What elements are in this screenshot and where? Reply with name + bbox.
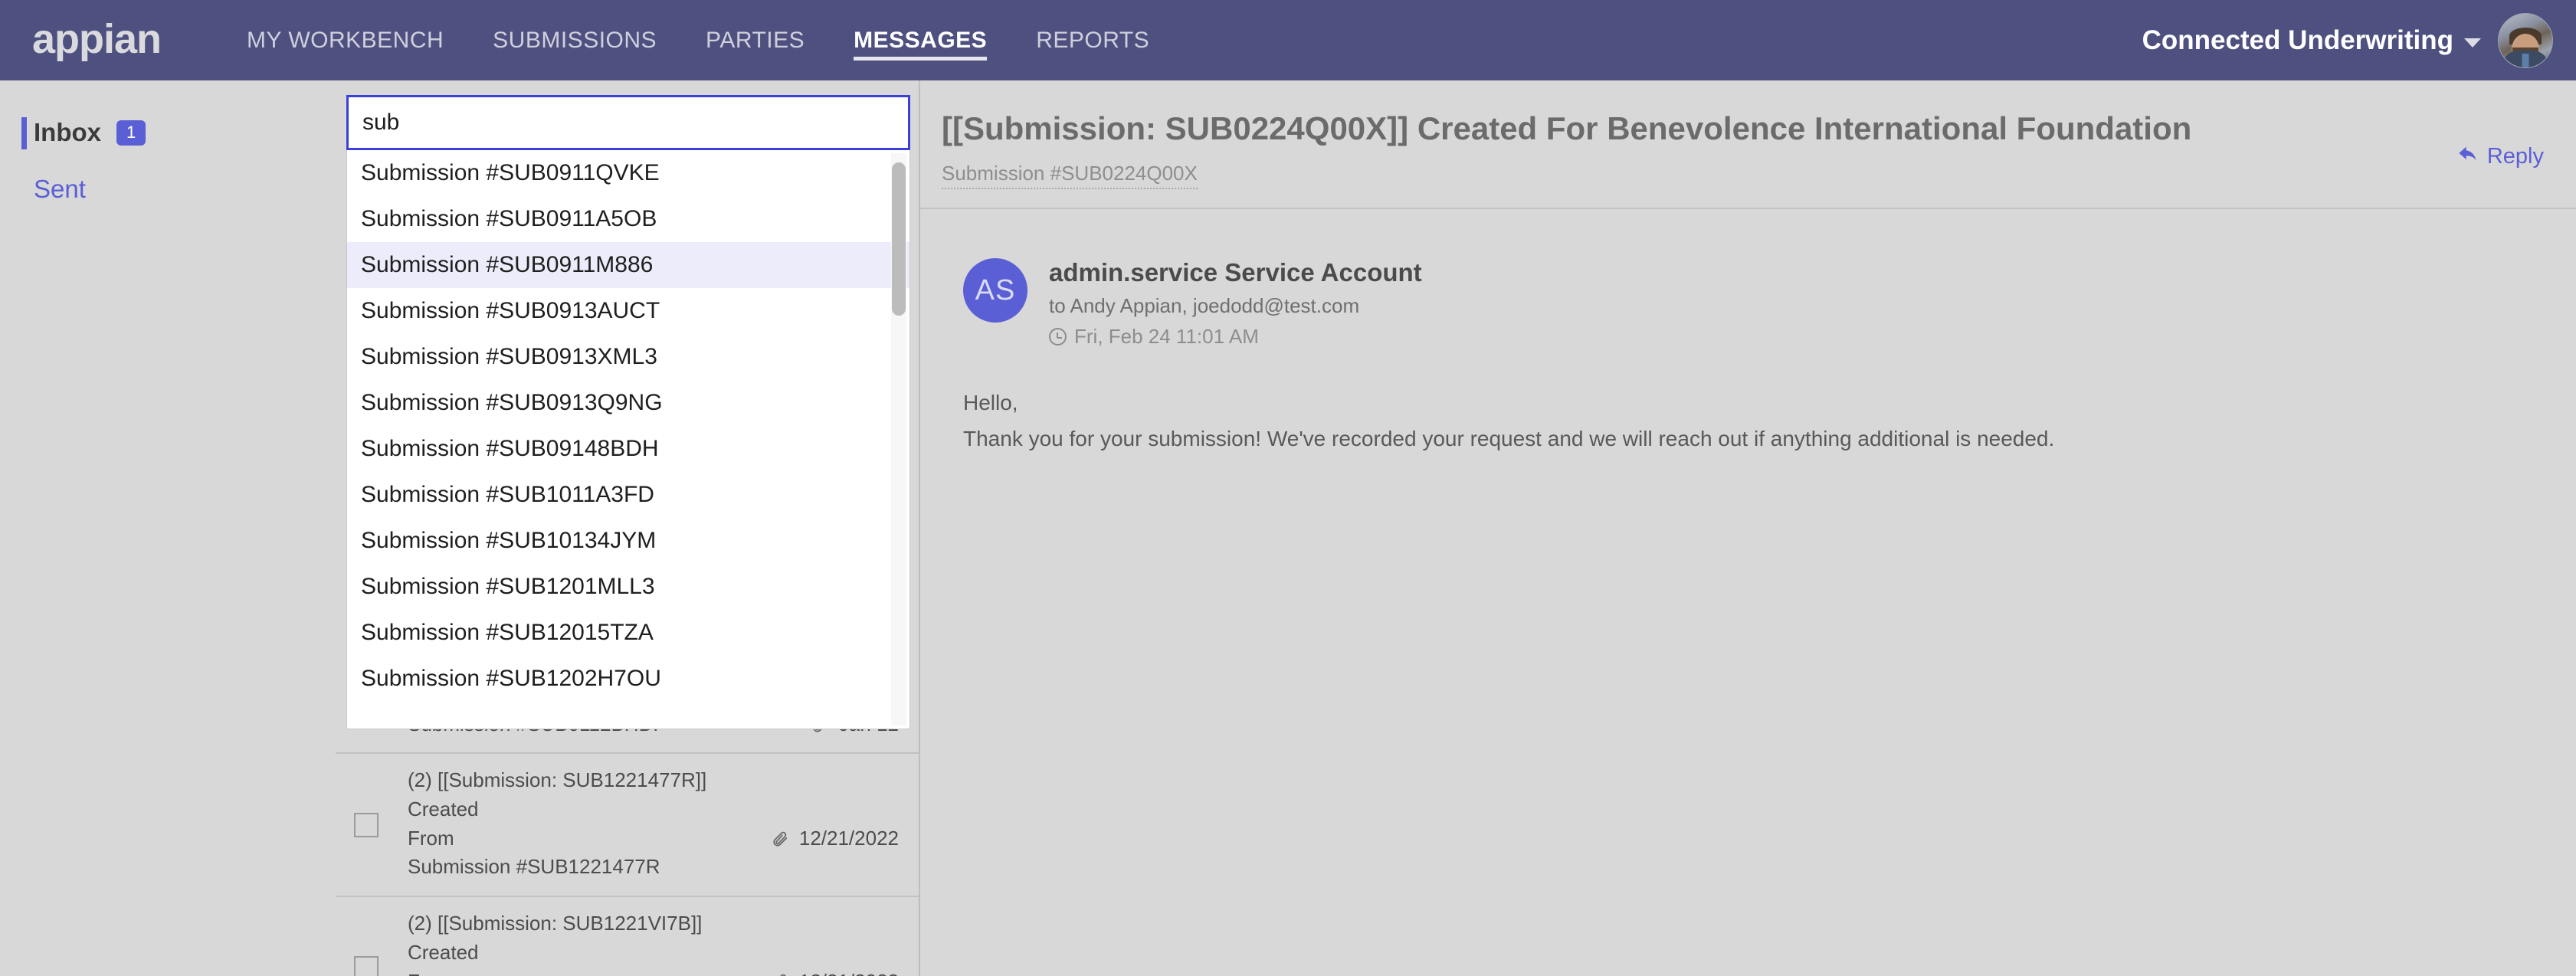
app-root: appian MY WORKBENCH SUBMISSIONS PARTIES … — [0, 0, 2576, 976]
nav-item-submissions[interactable]: SUBMISSIONS — [468, 0, 681, 80]
folder-sidebar: Inbox 1 Sent — [0, 80, 336, 976]
body-line-1: Hello, — [963, 391, 1018, 415]
chevron-down-icon — [2464, 38, 2481, 47]
avatar: AS — [963, 258, 1027, 323]
list-item[interactable]: Submission #SUB1011A3FD — [347, 472, 909, 518]
list-item[interactable]: Submission #SUB0911M886 — [347, 242, 909, 288]
list-item[interactable]: Submission #SUB1202H7OU — [347, 656, 909, 702]
list-item[interactable]: Submission #SUB0913XML3 — [347, 334, 909, 380]
reply-button-label: Reply — [2486, 143, 2544, 169]
list-item[interactable]: Submission #SUB10134JYM — [347, 518, 909, 564]
list-item[interactable]: Submission #SUB0911QVKE — [347, 150, 909, 196]
submission-link[interactable]: Submission #SUB0224Q00X — [942, 162, 1198, 190]
message-meta: 12/21/2022 — [772, 968, 899, 976]
search-suggestions-dropdown[interactable]: Submission #SUB0911QVKE Submission #SUB0… — [346, 150, 910, 729]
message-search-container: Submission #SUB0911QVKE Submission #SUB0… — [346, 95, 910, 729]
sidebar-item-sent[interactable]: Sent — [0, 166, 336, 212]
nav-item-my-workbench[interactable]: MY WORKBENCH — [222, 0, 468, 80]
clock-icon — [1049, 328, 1067, 346]
primary-nav-links: MY WORKBENCH SUBMISSIONS PARTIES MESSAGE… — [222, 0, 1174, 80]
reply-arrow-icon — [2457, 143, 2479, 169]
message-reference: Submission #SUB1221477R — [408, 855, 660, 879]
table-row[interactable]: (2) [[Submission: SUB1221VI7B]] Created … — [336, 897, 919, 976]
message-subject: (2) [[Submission: SUB1221477R]] Created — [408, 768, 707, 821]
list-item[interactable]: Submission #SUB0913AUCT — [347, 288, 909, 334]
message-select-checkbox[interactable] — [354, 955, 379, 976]
reading-pane-header: [[Submission: SUB0224Q00X]] Created For … — [920, 80, 2576, 190]
account-menu[interactable]: Connected Underwriting — [2142, 0, 2553, 80]
list-item[interactable]: Submission #SUB09148BDH — [347, 426, 909, 472]
message-body-card: AS admin.service Service Account to Andy… — [920, 209, 2576, 456]
list-item[interactable]: Submission #SUB0913Q9NG — [347, 380, 909, 426]
recipient-list: to Andy Appian, joedodd@test.com — [1049, 294, 1360, 318]
paperclip-icon — [772, 971, 788, 976]
inbox-unread-badge: 1 — [116, 120, 146, 146]
message-date: 12/21/2022 — [798, 827, 899, 850]
top-navigation-bar: appian MY WORKBENCH SUBMISSIONS PARTIES … — [0, 0, 2576, 80]
message-date: 12/21/2022 — [799, 970, 899, 976]
table-row[interactable]: (2) [[Submission: SUB1221477R]] Created … — [336, 754, 919, 898]
list-item[interactable]: Submission #SUB1201MLL3 — [347, 564, 909, 610]
appian-logo[interactable]: appian — [32, 18, 162, 60]
nav-item-reports[interactable]: REPORTS — [1011, 0, 1174, 80]
list-item[interactable]: Submission #SUB12015TZA — [347, 610, 909, 656]
list-item[interactable]: Submission #SUB0911A5OB — [347, 196, 909, 242]
paperclip-icon — [772, 829, 788, 849]
nav-item-messages[interactable]: MESSAGES — [829, 0, 1011, 80]
user-avatar-photo[interactable] — [2498, 12, 2553, 68]
sidebar-item-inbox-label: Inbox — [34, 118, 101, 146]
sidebar-item-sent-label: Sent — [34, 175, 86, 203]
sender-block: AS admin.service Service Account to Andy… — [963, 258, 2542, 349]
reply-button[interactable]: Reply — [2457, 143, 2544, 169]
message-reading-pane: [[Submission: SUB0224Q00X]] Created For … — [920, 80, 2576, 976]
avatar-tie-shape — [2522, 53, 2529, 67]
page-title: [[Submission: SUB0224Q00X]] Created For … — [942, 110, 2192, 146]
nav-item-parties[interactable]: PARTIES — [681, 0, 829, 80]
message-from-label: From — [408, 968, 758, 976]
message-select-checkbox[interactable] — [354, 812, 379, 837]
message-timestamp-row: Fri, Feb 24 11:01 AM — [1049, 325, 1422, 349]
dropdown-scrollbar-thumb[interactable] — [892, 162, 906, 316]
sidebar-item-inbox[interactable]: Inbox 1 — [0, 110, 336, 156]
account-name-label: Connected Underwriting — [2142, 25, 2453, 55]
message-body: Hello, Thank you for your submission! We… — [963, 385, 2542, 456]
message-from-label: From — [408, 826, 454, 850]
search-input[interactable] — [346, 95, 910, 150]
message-meta: 12/21/2022 — [772, 824, 899, 853]
body-line-2: Thank you for your submission! We've rec… — [963, 426, 2055, 450]
sender-name: admin.service Service Account — [1049, 258, 1422, 287]
message-subject: (2) [[Submission: SUB1221VI7B]] Created — [408, 912, 703, 964]
suggestion-list: Submission #SUB0911QVKE Submission #SUB0… — [347, 150, 909, 702]
message-timestamp: Fri, Feb 24 11:01 AM — [1074, 325, 1259, 349]
sender-details: admin.service Service Account to Andy Ap… — [1049, 258, 1422, 349]
